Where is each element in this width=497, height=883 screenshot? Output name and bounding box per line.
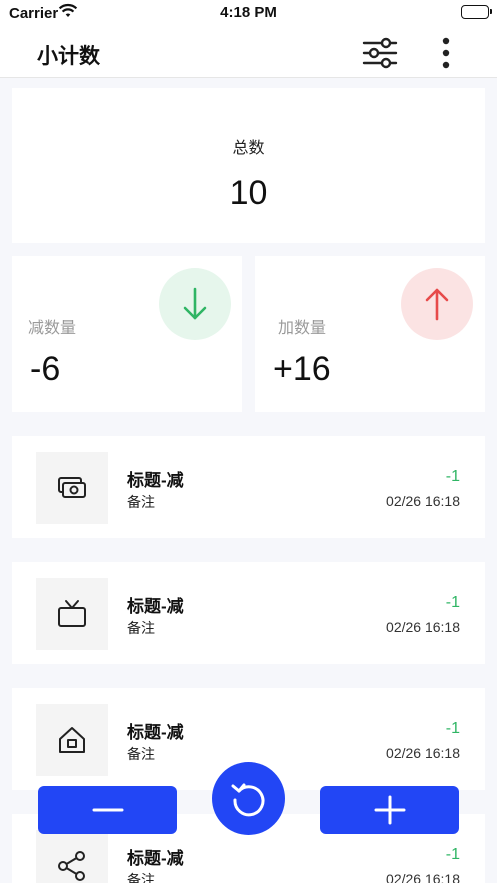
record-note: 备注 [127, 494, 155, 510]
minus-stat-card[interactable]: 减数量 -6 [12, 256, 242, 412]
increment-button[interactable] [320, 786, 459, 834]
list-item[interactable]: 标题-减 备注 -1 02/26 16:18 [12, 562, 485, 664]
plus-value: +16 [273, 350, 331, 388]
record-time: 02/26 16:18 [386, 493, 460, 509]
status-bar: Carrier 4:18 PM [0, 0, 497, 26]
record-note: 备注 [127, 872, 155, 883]
plus-label: 加数量 [278, 320, 327, 337]
clock: 4:18 PM [220, 4, 277, 21]
arrow-down-icon [159, 268, 231, 340]
battery-icon [461, 5, 492, 19]
record-title: 标题-减 [127, 471, 184, 490]
record-amount: -1 [445, 594, 460, 611]
reset-icon [231, 783, 265, 817]
record-title: 标题-减 [127, 849, 184, 868]
plus-icon [374, 795, 406, 825]
record-time: 02/26 16:18 [386, 745, 460, 761]
page-title: 小计数 [37, 45, 100, 68]
record-title: 标题-减 [127, 597, 184, 616]
share-icon [36, 830, 108, 883]
record-note: 备注 [127, 746, 155, 762]
arrow-up-icon [401, 268, 473, 340]
record-title: 标题-减 [127, 723, 184, 742]
total-value: 10 [229, 174, 268, 212]
record-amount: -1 [445, 720, 460, 737]
total-card: 总数 10 [12, 88, 485, 243]
tv-icon [36, 578, 108, 650]
minus-icon [92, 808, 124, 812]
minus-value: -6 [30, 350, 61, 388]
record-time: 02/26 16:18 [386, 871, 460, 883]
decrement-button[interactable] [38, 786, 177, 834]
list-item[interactable]: 标题-减 备注 -1 02/26 16:18 [12, 436, 485, 538]
record-time: 02/26 16:18 [386, 619, 460, 635]
reset-button[interactable] [212, 762, 285, 835]
sliders-icon[interactable] [362, 37, 398, 69]
nav-bar: 小计数 [0, 26, 497, 78]
record-amount: -1 [445, 468, 460, 485]
home-icon [36, 704, 108, 776]
record-note: 备注 [127, 620, 155, 636]
minus-label: 减数量 [28, 320, 77, 337]
record-amount: -1 [445, 846, 460, 863]
plus-stat-card[interactable]: 加数量 +16 [255, 256, 485, 412]
camera-money-icon [36, 452, 108, 524]
total-label: 总数 [232, 140, 265, 157]
more-vertical-icon[interactable] [432, 37, 460, 71]
